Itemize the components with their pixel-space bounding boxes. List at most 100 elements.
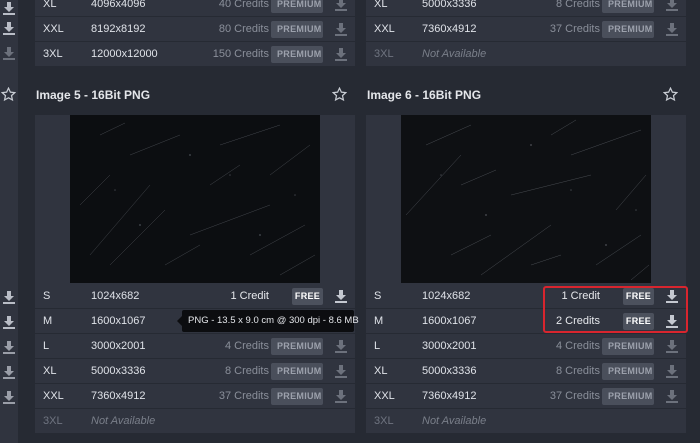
download-icon[interactable] <box>2 340 16 354</box>
download-icon[interactable] <box>334 289 348 303</box>
not-available-text: Not Available <box>422 48 487 60</box>
size-row-xxl[interactable]: XXL 7360x4912 37 Credits PREMIUM <box>366 384 686 408</box>
download-icon[interactable] <box>665 364 679 378</box>
not-available-text: Not Available <box>422 415 487 427</box>
download-icon[interactable] <box>665 22 679 36</box>
credits: 37 Credits <box>549 390 600 402</box>
premium-badge: PREMIUM <box>271 337 323 355</box>
premium-badge: PREMIUM <box>602 0 654 13</box>
size-label: XXL <box>374 23 395 35</box>
size-label: XXL <box>43 390 64 402</box>
premium-badge: PREMIUM <box>271 362 323 380</box>
favorite-star-icon[interactable] <box>332 87 347 102</box>
credits: 8 Credits <box>555 0 600 10</box>
size-label: S <box>43 290 51 302</box>
size-row-xl[interactable]: XL 5000x3336 8 Credits PREMIUM <box>366 359 686 383</box>
size-label: XL <box>43 365 57 377</box>
image-thumbnail[interactable] <box>401 115 651 283</box>
dimensions: 1600x1067 <box>422 315 477 327</box>
download-icon[interactable] <box>665 389 679 403</box>
download-icon[interactable] <box>665 0 679 11</box>
download-icon[interactable] <box>2 46 16 60</box>
dimensions: 5000x3336 <box>422 0 477 10</box>
download-icon[interactable] <box>334 389 348 403</box>
size-label: 3XL <box>374 48 394 60</box>
size-label: 3XL <box>43 48 63 60</box>
image-preview-card <box>366 115 686 285</box>
dimensions: 7360x4912 <box>91 390 146 402</box>
credits: 8 Credits <box>555 365 600 377</box>
image-title: Image 6 - 16Bit PNG <box>367 88 482 102</box>
size-row-xl[interactable]: XL 5000x3336 8 Credits PREMIUM <box>366 0 686 16</box>
dimensions: 1600x1067 <box>91 315 146 327</box>
size-row-l[interactable]: L 3000x2001 4 Credits PREMIUM <box>35 334 355 358</box>
dimensions: 3000x2001 <box>422 340 477 352</box>
free-downloads-highlight <box>543 286 688 333</box>
size-row-xl[interactable]: XL 4096x4096 40 Credits PREMIUM <box>35 0 355 16</box>
size-label: 3XL <box>43 415 63 427</box>
dimensions: 12000x12000 <box>91 48 158 60</box>
size-label: L <box>374 340 381 352</box>
download-icon[interactable] <box>2 315 16 329</box>
favorite-star-icon[interactable] <box>663 87 678 102</box>
premium-badge: PREMIUM <box>271 20 323 38</box>
size-row-xxl[interactable]: XXL 7360x4912 37 Credits PREMIUM <box>366 17 686 41</box>
credits: 1 Credit <box>230 290 269 302</box>
dimensions: 5000x3336 <box>422 365 477 377</box>
download-icon[interactable] <box>2 365 16 379</box>
credits: 4 Credits <box>555 340 600 352</box>
size-label: XL <box>374 365 388 377</box>
download-icon[interactable] <box>665 339 679 353</box>
credits: 37 Credits <box>549 23 600 35</box>
download-icon[interactable] <box>334 364 348 378</box>
premium-badge: PREMIUM <box>602 387 654 405</box>
size-label: 3XL <box>374 415 394 427</box>
size-info-tooltip: PNG - 13.5 x 9.0 cm @ 300 dpi - 8.6 MB <box>177 310 359 332</box>
dimensions: 3000x2001 <box>91 340 146 352</box>
download-icon[interactable] <box>334 0 348 11</box>
premium-badge: PREMIUM <box>271 387 323 405</box>
premium-badge: PREMIUM <box>602 20 654 38</box>
left-strip <box>0 0 18 443</box>
dimensions: 1024x682 <box>91 290 140 302</box>
image-preview-card <box>35 115 355 285</box>
download-icon[interactable] <box>2 390 16 404</box>
download-icon[interactable] <box>2 1 16 15</box>
premium-badge: PREMIUM <box>602 337 654 355</box>
size-row-xxl[interactable]: XXL 7360x4912 37 Credits PREMIUM <box>35 384 355 408</box>
dimensions: 5000x3336 <box>91 365 146 377</box>
size-row-3xl: 3XL Not Available <box>366 42 686 66</box>
size-row-3xl[interactable]: 3XL 12000x12000 150 Credits PREMIUM <box>35 42 355 66</box>
download-icon[interactable] <box>2 21 16 35</box>
premium-badge: PREMIUM <box>271 0 323 13</box>
dimensions: 7360x4912 <box>422 390 477 402</box>
image-thumbnail[interactable] <box>70 115 320 283</box>
download-icon[interactable] <box>334 47 348 61</box>
size-row-3xl: 3XL Not Available <box>35 409 355 433</box>
favorite-star-icon[interactable] <box>1 87 16 102</box>
size-label: XXL <box>374 390 395 402</box>
dimensions: 8192x8192 <box>91 23 146 35</box>
premium-badge: PREMIUM <box>602 362 654 380</box>
size-label: XL <box>43 0 57 10</box>
size-row-s[interactable]: S 1024x682 1 Credit FREE <box>35 284 355 308</box>
download-icon[interactable] <box>334 22 348 36</box>
size-label: XL <box>374 0 388 10</box>
premium-badge: PREMIUM <box>271 45 323 63</box>
image-title: Image 5 - 16Bit PNG <box>36 88 151 102</box>
credits: 80 Credits <box>218 23 269 35</box>
dimensions: 1024x682 <box>422 290 471 302</box>
size-row-l[interactable]: L 3000x2001 4 Credits PREMIUM <box>366 334 686 358</box>
credits: 40 Credits <box>218 0 269 10</box>
size-row-xl[interactable]: XL 5000x3336 8 Credits PREMIUM <box>35 359 355 383</box>
credits: 8 Credits <box>224 365 269 377</box>
dimensions: 4096x4096 <box>91 0 146 10</box>
size-row-xxl[interactable]: XXL 8192x8192 80 Credits PREMIUM <box>35 17 355 41</box>
size-label: XXL <box>43 23 64 35</box>
download-icon[interactable] <box>2 290 16 304</box>
size-label: M <box>374 315 384 327</box>
download-icon[interactable] <box>334 339 348 353</box>
free-badge: FREE <box>292 287 323 305</box>
size-row-3xl: 3XL Not Available <box>366 409 686 433</box>
dimensions: 7360x4912 <box>422 23 477 35</box>
